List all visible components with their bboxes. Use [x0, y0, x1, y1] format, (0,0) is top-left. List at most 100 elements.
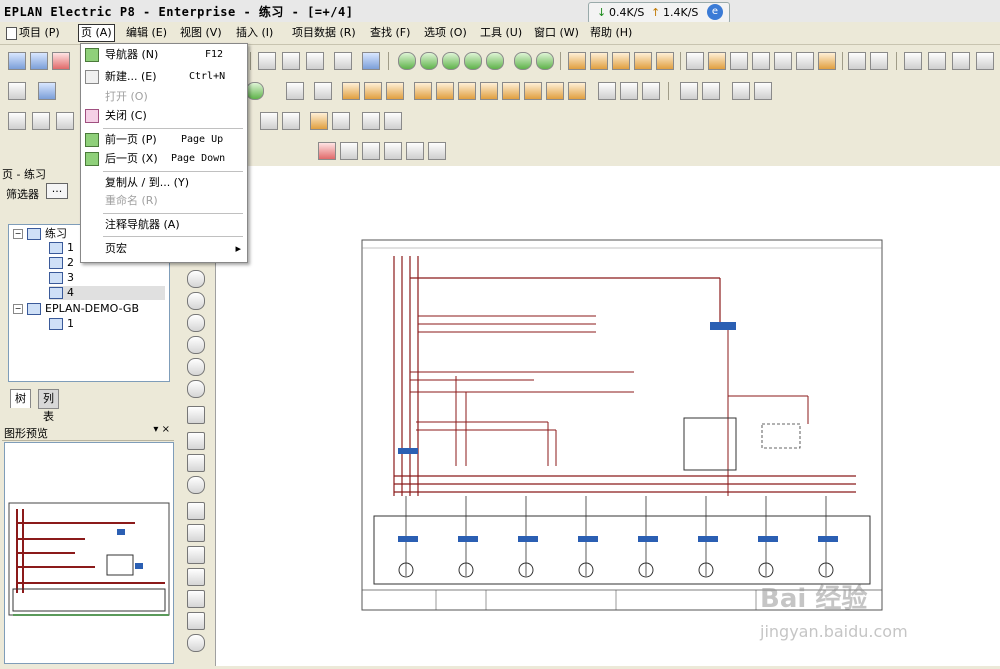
page-h-icon[interactable] — [362, 112, 380, 130]
menu-item-annotation-navigator[interactable]: 注释导航器 (A) — [81, 216, 247, 234]
page-i-icon[interactable] — [384, 112, 402, 130]
menu-item-page-macro[interactable]: 页宏 ▸ — [81, 240, 247, 258]
menu-view[interactable]: 视图 (V) — [178, 25, 224, 41]
binoculars-icon[interactable] — [848, 52, 866, 70]
cross-icon[interactable] — [730, 52, 748, 70]
device-b-icon[interactable] — [364, 82, 382, 100]
symbol-icon[interactable] — [774, 52, 792, 70]
page-e-icon[interactable] — [282, 112, 300, 130]
report-icon[interactable] — [314, 82, 332, 100]
menu-edit[interactable]: 编辑 (E) — [124, 25, 169, 41]
cart-icon[interactable] — [732, 82, 750, 100]
menu-options[interactable]: 选项 (O) — [422, 25, 469, 41]
chart-e-icon[interactable] — [406, 142, 424, 160]
terminal-b-icon[interactable] — [436, 82, 454, 100]
close-project-icon[interactable] — [52, 52, 70, 70]
ellipse-icon[interactable] — [187, 380, 205, 398]
chart-b-icon[interactable] — [340, 142, 358, 160]
back-icon[interactable] — [514, 52, 532, 70]
tab-list[interactable]: 列表 — [38, 389, 59, 423]
user-icon[interactable] — [38, 82, 56, 100]
snap-icon[interactable] — [686, 52, 704, 70]
terminal-f-icon[interactable] — [524, 82, 542, 100]
terminal-a-icon[interactable] — [414, 82, 432, 100]
terminal-h-icon[interactable] — [568, 82, 586, 100]
terminal-d-icon[interactable] — [480, 82, 498, 100]
page-c-icon[interactable] — [56, 112, 74, 130]
menu-find[interactable]: 查找 (F) — [368, 25, 412, 41]
monitor-icon[interactable] — [362, 52, 380, 70]
browser-icon[interactable]: e — [707, 4, 723, 20]
tree-project-2[interactable]: − EPLAN-DEMO-GB — [13, 302, 139, 316]
align-center-icon[interactable] — [928, 52, 946, 70]
collapse-icon[interactable]: − — [13, 304, 23, 314]
dimension-increment-icon[interactable] — [187, 590, 205, 608]
menu-page[interactable]: 页 (A) — [78, 24, 115, 42]
chart-d-icon[interactable] — [384, 142, 402, 160]
menu-project[interactable]: 项目 (P) — [4, 25, 62, 41]
tree-project-1[interactable]: − 练习 — [13, 227, 67, 241]
circle-icon[interactable] — [187, 292, 205, 310]
menu-insert[interactable]: 插入 (I) — [234, 25, 275, 41]
align-right-icon[interactable] — [952, 52, 970, 70]
page-f-icon[interactable] — [310, 112, 328, 130]
radius-icon[interactable] — [187, 634, 205, 652]
dimension-icon[interactable] — [187, 502, 205, 520]
pin-icon[interactable] — [976, 52, 994, 70]
forward-icon[interactable] — [536, 52, 554, 70]
sector-icon[interactable] — [187, 358, 205, 376]
dimension-aligned-icon[interactable] — [187, 524, 205, 542]
terminal-g-icon[interactable] — [546, 82, 564, 100]
menu-item-next-page[interactable]: 后一页 (X) Page Down — [81, 150, 247, 168]
grid-a-icon[interactable] — [568, 52, 586, 70]
grid-d-icon[interactable] — [634, 52, 652, 70]
open-project-icon[interactable] — [30, 52, 48, 70]
chart-a-icon[interactable] — [318, 142, 336, 160]
menu-item-previous-page[interactable]: 前一页 (P) Page Up — [81, 131, 247, 149]
connect-icon[interactable] — [796, 52, 814, 70]
zoom-window-icon[interactable] — [420, 52, 438, 70]
terminal-c-icon[interactable] — [458, 82, 476, 100]
terminal-e-icon[interactable] — [502, 82, 520, 100]
circle-center-icon[interactable] — [187, 270, 205, 288]
arc-icon[interactable] — [187, 314, 205, 332]
tree-page[interactable]: 2 — [49, 256, 74, 270]
menu-project-data[interactable]: 项目数据 (R) — [290, 25, 358, 41]
align-left-icon[interactable] — [904, 52, 922, 70]
drawing-canvas[interactable] — [215, 166, 1000, 666]
polyline-icon[interactable] — [187, 406, 205, 424]
arc-3pt-icon[interactable] — [187, 336, 205, 354]
macro-icon[interactable] — [818, 52, 836, 70]
collapse-icon[interactable]: − — [13, 229, 23, 239]
tab-tree[interactable]: 树 — [10, 389, 31, 408]
chart-c-icon[interactable] — [362, 142, 380, 160]
zoom-in-icon[interactable] — [442, 52, 460, 70]
angle-icon[interactable] — [187, 612, 205, 630]
menu-help[interactable]: 帮助 (H) — [588, 25, 634, 41]
tree-page[interactable]: 1 — [49, 241, 74, 255]
device-c-icon[interactable] — [386, 82, 404, 100]
page-b-icon[interactable] — [32, 112, 50, 130]
image-icon[interactable] — [187, 454, 205, 472]
chart-f-icon[interactable] — [428, 142, 446, 160]
refresh-icon[interactable] — [398, 52, 416, 70]
pencil-icon[interactable] — [754, 82, 772, 100]
page-g-icon[interactable] — [332, 112, 350, 130]
tree-page[interactable]: 3 — [49, 271, 74, 285]
frame-icon[interactable] — [286, 82, 304, 100]
snap-grid-icon[interactable] — [708, 52, 726, 70]
export-icon[interactable] — [246, 82, 264, 100]
device-a-icon[interactable] — [342, 82, 360, 100]
panel-icon[interactable] — [642, 82, 660, 100]
globe-icon[interactable] — [187, 476, 205, 494]
dimension-chain-icon[interactable] — [187, 546, 205, 564]
menu-tools[interactable]: 工具 (U) — [478, 25, 524, 41]
grid-b-icon[interactable] — [590, 52, 608, 70]
new-project-icon[interactable] — [8, 52, 26, 70]
grid-c-icon[interactable] — [612, 52, 630, 70]
preview-controls[interactable]: ▾ × — [153, 424, 170, 435]
tree-page[interactable]: 1 — [49, 317, 74, 331]
menu-item-navigator[interactable]: 导航器 (N) F12 — [81, 46, 247, 64]
menu-item-new[interactable]: 新建... (E) Ctrl+N — [81, 68, 247, 86]
page-d-icon[interactable] — [260, 112, 278, 130]
